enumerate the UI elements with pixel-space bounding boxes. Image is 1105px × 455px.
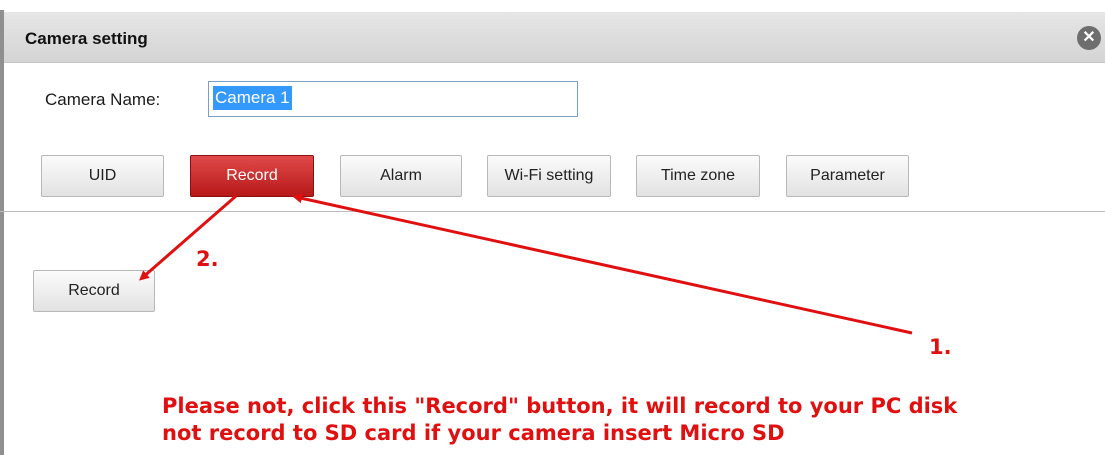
arrow-1 <box>292 193 913 335</box>
note-line-1: Please not, click this "Record" button, … <box>162 394 958 418</box>
annotation-note: Please not, click this "Record" button, … <box>162 393 1082 447</box>
marker-1: 1. <box>929 335 952 359</box>
arrow-2 <box>138 194 237 281</box>
marker-2: 2. <box>196 247 219 271</box>
note-line-2: not record to SD card if your camera ins… <box>162 421 785 445</box>
annotation-arrows <box>138 193 913 335</box>
